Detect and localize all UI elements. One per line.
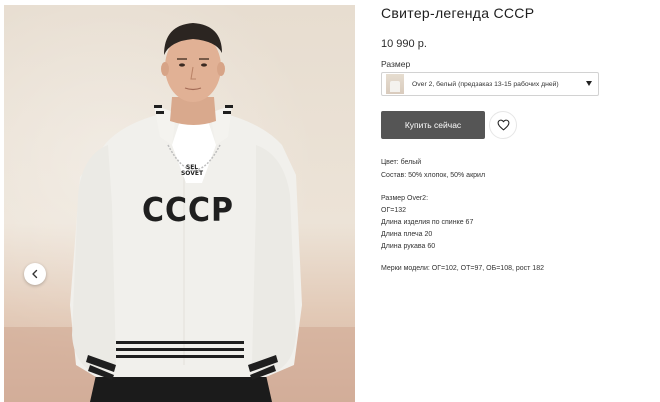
spec-shoulder: Длина плеча 20 <box>381 231 433 238</box>
product-page: SEL SOVET СССР Свитер-легенда СССР 10 99… <box>0 0 660 402</box>
size-select-value: Over 2, белый (предзаказ 13-15 рабочих д… <box>412 80 559 88</box>
size-select[interactable]: Over 2, белый (предзаказ 13-15 рабочих д… <box>381 72 599 96</box>
tshirt-print: SEL SOVET <box>172 165 212 177</box>
sweater-print: СССР <box>141 191 235 230</box>
size-option-thumbnail <box>386 74 404 94</box>
product-title: Свитер-легенда СССР <box>381 5 535 21</box>
chevron-left-icon <box>32 269 38 279</box>
favorite-button[interactable] <box>489 111 517 139</box>
spec-composition: Состав: 50% хлопок, 50% акрил <box>381 172 486 179</box>
spec-sleeve: Длина рукава 60 <box>381 243 436 250</box>
spec-size-heading: Размер Over2: <box>381 195 429 202</box>
spec-chest: ОГ=132 <box>381 207 407 214</box>
tshirt-print-line2: SOVET <box>180 170 204 177</box>
buy-now-button[interactable]: Купить сейчас <box>381 111 485 139</box>
heart-icon <box>497 119 509 131</box>
spec-color: Цвет: белый <box>381 159 422 166</box>
product-gallery: SEL SOVET СССР <box>4 5 355 402</box>
product-price: 10 990 р. <box>381 38 427 50</box>
caret-down-icon <box>586 81 592 86</box>
spec-model-measurements: Мерки модели: ОГ=102, ОТ=97, ОБ=108, рос… <box>381 265 544 272</box>
size-label: Размер <box>381 59 411 69</box>
spec-back-length: Длина изделия по спинке 67 <box>381 219 474 226</box>
gallery-prev-button[interactable] <box>24 263 46 285</box>
